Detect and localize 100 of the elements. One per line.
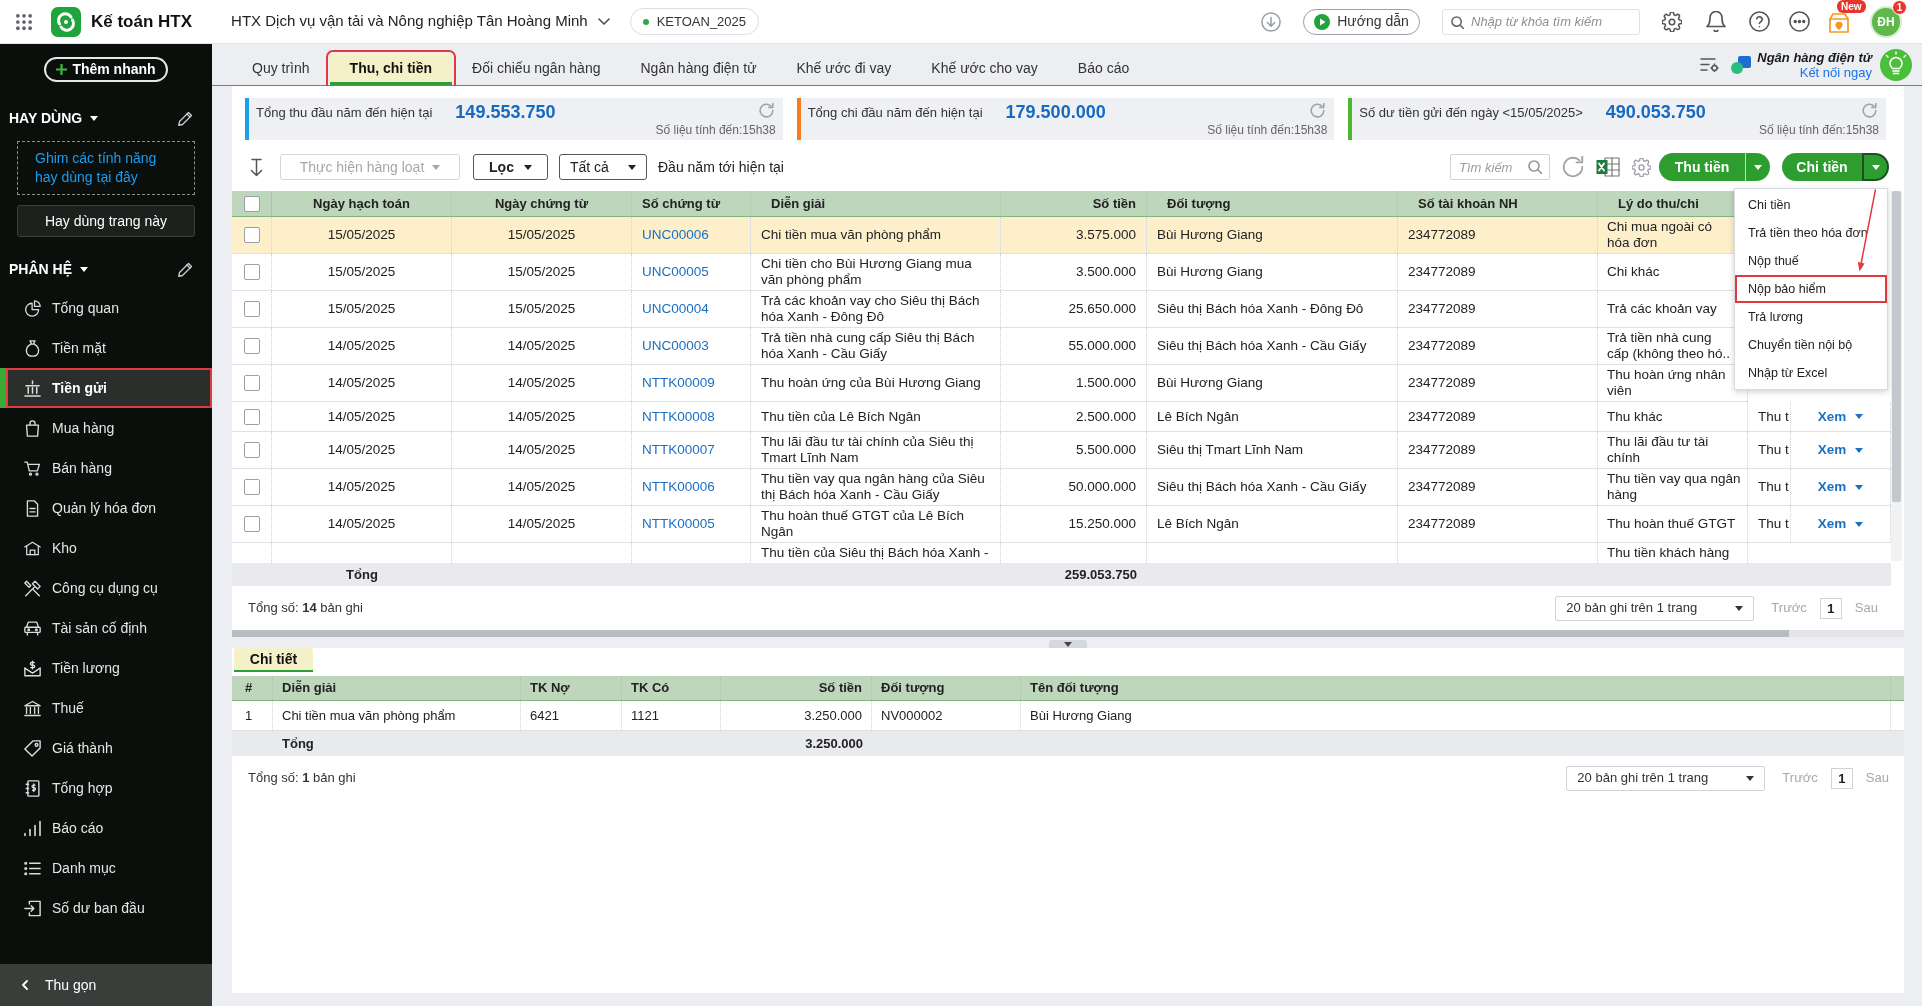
sidebar-item[interactable]: Mua hàng [0, 408, 212, 448]
collapse-button[interactable]: Thu gọn [0, 964, 212, 1006]
sidebar-item[interactable]: Số dư ban đầu [0, 888, 212, 928]
table-row[interactable]: 14/05/2025 14/05/2025 NTTK00006 Thu tiền vay qua ngân hàng của Siêu thị Bách hóa Xanh - Cầu Giấy 50.000.000 Siêu thị Bách hóa Xanh - Cầu Giấy 234772089 Thu tiền vay qua ngân hàng Thu t Xem [232, 469, 1891, 506]
menu-item[interactable]: Chi tiền [1735, 191, 1887, 219]
column-header[interactable]: Đối tượng [1167, 193, 1231, 214]
sidebar-item[interactable]: Thuế [0, 688, 212, 728]
table-row[interactable]: 1 Chi tiền mua văn phòng phẩm 6421 1121 3.250.000 NV000002 Bùi Hương Giang [232, 701, 1904, 731]
horizontal-scrollbar[interactable] [232, 630, 1904, 637]
sidebar-item[interactable]: Báo cáo [0, 808, 212, 848]
column-header[interactable]: TK Có [631, 678, 670, 698]
pay-button[interactable]: Chi tiền [1782, 153, 1862, 181]
organization-selector[interactable]: HTX Dịch vụ vận tải và Nông nghiệp Tân Hoàng Minh [231, 10, 610, 33]
document-link[interactable]: UNC00003 [642, 338, 709, 354]
view-link[interactable]: Xem [1817, 516, 1847, 532]
help-icon[interactable] [1749, 11, 1770, 32]
table-row[interactable]: 14/05/2025 14/05/2025 NTTK00009 Thu hoàn ứng của Bùi Hương Giang 1.500.000 Bùi Hương Giang 234772089 Thu hoàn ứng nhân viên [232, 365, 1748, 402]
column-header[interactable]: Diễn giải [771, 193, 826, 214]
package-icon[interactable] [1828, 10, 1850, 33]
column-header[interactable]: # [245, 678, 253, 698]
more-icon[interactable] [1789, 11, 1810, 32]
select-all-checkbox[interactable] [243, 195, 260, 212]
receive-button[interactable]: Thu tiền [1659, 153, 1745, 181]
tab[interactable]: Khế ước cho vay [911, 54, 1058, 85]
row-checkbox[interactable] [243, 408, 260, 425]
sort-down-icon[interactable] [248, 157, 265, 177]
row-checkbox[interactable] [243, 375, 260, 391]
download-icon[interactable] [1261, 11, 1281, 32]
caret-down-icon[interactable] [80, 266, 88, 272]
tab[interactable]: Khế ước đi vay [776, 54, 912, 85]
column-header[interactable]: Ngày hạch toán [313, 193, 410, 214]
view-link[interactable]: Xem [1817, 479, 1847, 495]
page-size-select[interactable]: 20 bản ghi trên 1 trang [1555, 595, 1755, 621]
sidebar-item[interactable]: Tiền lương [0, 648, 212, 688]
row-checkbox[interactable] [243, 516, 260, 532]
column-header[interactable]: Tên đối tượng [1030, 678, 1119, 698]
column-header[interactable]: Ngày chứng từ [494, 193, 589, 214]
refresh-icon[interactable] [758, 103, 774, 118]
vertical-scrollbar[interactable] [1891, 191, 1902, 561]
document-link[interactable]: NTTK00009 [642, 375, 715, 391]
column-header[interactable]: Diễn giải [282, 678, 337, 698]
splitter-handle[interactable] [1049, 640, 1087, 648]
quick-add-button[interactable]: Thêm nhanh [44, 57, 168, 82]
column-header[interactable]: Lý do thu/chi [1618, 193, 1699, 214]
sidebar-item[interactable]: Giá thành [0, 728, 212, 768]
document-link[interactable]: NTTK00006 [642, 479, 715, 495]
caret-down-icon[interactable] [90, 115, 99, 121]
table-row[interactable]: 14/05/2025 14/05/2025 NTTK00005 Thu hoàn thuế GTGT của Lê Bích Ngân 15.250.000 Lê Bích Ngân 234772089 Thu hoàn thuế GTGT Thu t Xem [232, 506, 1891, 543]
sidebar-item[interactable]: Danh mục [0, 848, 212, 888]
sidebar-item[interactable]: Tổng quan [0, 288, 212, 328]
bell-icon[interactable] [1706, 11, 1726, 32]
column-header[interactable]: Số tiền [818, 678, 862, 698]
filter-button[interactable]: Lọc [473, 154, 548, 180]
row-checkbox[interactable] [243, 338, 260, 354]
table-row[interactable]: 14/05/2025 14/05/2025 NTTK00008 Thu tiền của Lê Bích Ngân 2.500.000 Lê Bích Ngân 234772089 Thu khác Thu t Xem [232, 402, 1891, 432]
row-checkbox[interactable] [243, 479, 260, 495]
row-checkbox[interactable] [243, 264, 260, 280]
pay-menu-button[interactable] [1862, 153, 1889, 181]
sidebar-item[interactable]: Bán hàng [0, 448, 212, 488]
search-field[interactable]: Nhập từ khóa tìm kiếm [1442, 8, 1640, 35]
settings-icon[interactable] [1662, 11, 1682, 32]
tab[interactable]: Báo cáo [1057, 54, 1150, 85]
apps-grid-icon[interactable] [16, 13, 32, 30]
refresh-icon[interactable] [1862, 103, 1877, 118]
page-size-select[interactable]: 20 bản ghi trên 1 trang [1566, 765, 1766, 791]
document-link[interactable]: NTTK00008 [642, 408, 715, 425]
page-number-button[interactable]: 1 [1819, 597, 1842, 619]
tab[interactable]: Ngân hàng điện tử [620, 54, 777, 85]
document-link[interactable]: UNC00006 [642, 227, 709, 243]
sidebar-item[interactable]: Tiền gửi [0, 368, 212, 408]
table-search-field[interactable]: Tìm kiếm [1450, 154, 1550, 180]
refresh-icon[interactable] [1562, 156, 1584, 178]
column-header[interactable]: Số tài khoản NH [1418, 193, 1518, 214]
view-link[interactable]: Xem [1817, 442, 1847, 458]
column-settings-icon[interactable] [1700, 57, 1720, 72]
detail-tab[interactable]: Chi tiết [234, 648, 313, 672]
connect-link[interactable]: Kết nối ngay [1799, 64, 1872, 80]
view-link[interactable]: Xem [1817, 408, 1847, 425]
column-header[interactable]: Số tiền [1092, 193, 1136, 214]
column-header[interactable]: Số chứng từ [642, 193, 721, 214]
edit-icon[interactable] [178, 261, 193, 277]
table-row[interactable]: 14/05/2025 14/05/2025 NTTK00007 Thu lãi đầu tư tài chính của Siêu thị Tmart Lĩnh Nam 5.500.000 Siêu thị Tmart Lĩnh Nam 234772089 Thu lãi đầu tư tài chính Thu t Xem [232, 432, 1891, 469]
menu-item[interactable]: Nộp bảo hiểm [1735, 275, 1887, 303]
sidebar-item[interactable]: Công cụ dụng cụ [0, 568, 212, 608]
sidebar-item[interactable]: Tài sản cố định [0, 608, 212, 648]
document-link[interactable]: NTTK00005 [642, 516, 715, 532]
document-link[interactable]: UNC00004 [642, 301, 709, 317]
page-number-button[interactable]: 1 [1830, 767, 1853, 789]
column-header[interactable]: Đối tượng [881, 678, 945, 698]
sidebar-item[interactable]: Quản lý hóa đơn [0, 488, 212, 528]
excel-icon[interactable] [1596, 156, 1620, 178]
document-link[interactable]: UNC00005 [642, 264, 709, 280]
document-link[interactable]: NTTK00007 [642, 442, 715, 458]
lightbulb-icon[interactable] [1880, 48, 1912, 81]
column-header[interactable]: TK Nợ [530, 678, 570, 698]
pin-page-button[interactable]: Hay dùng trang này [17, 205, 195, 237]
refresh-icon[interactable] [1310, 103, 1326, 118]
row-checkbox[interactable] [243, 301, 260, 317]
tab[interactable]: Đối chiếu ngân hàng [452, 54, 621, 85]
sidebar-item[interactable]: Tổng hợp [0, 768, 212, 808]
